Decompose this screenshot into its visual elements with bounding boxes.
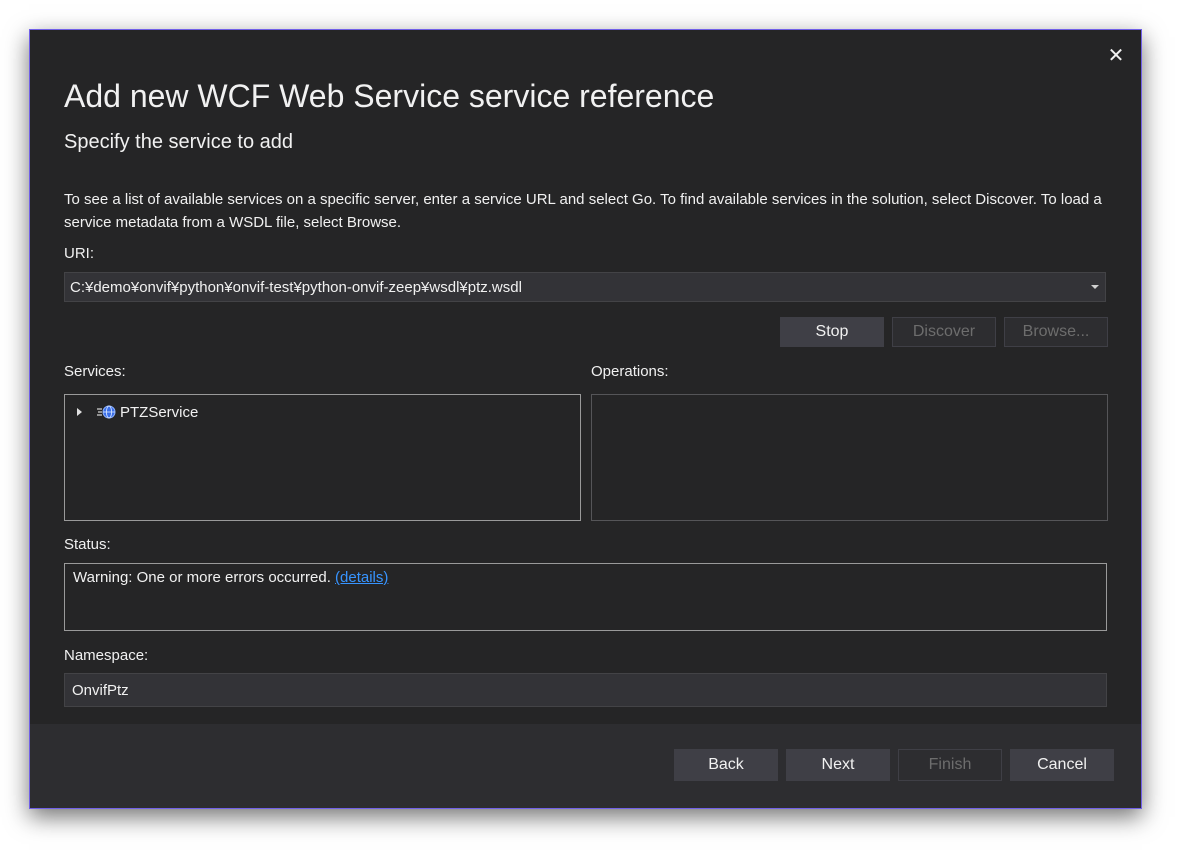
- namespace-label: Namespace:: [64, 647, 149, 664]
- namespace-field[interactable]: [65, 674, 1106, 706]
- dialog-footer: Back Next Finish Cancel: [30, 724, 1141, 808]
- status-label: Status:: [64, 536, 111, 553]
- tree-item-label: PTZService: [120, 403, 199, 421]
- uri-value[interactable]: C:¥demo¥onvif¥python¥onvif-test¥python-o…: [70, 279, 522, 296]
- next-button[interactable]: Next: [786, 749, 890, 781]
- dialog-subtitle: Specify the service to add: [64, 131, 294, 153]
- status-text: Warning: One or more errors occurred. (d…: [73, 569, 388, 586]
- operations-label: Operations:: [591, 363, 669, 380]
- cancel-button[interactable]: Cancel: [1010, 749, 1114, 781]
- services-label: Services:: [64, 363, 126, 380]
- status-message: Warning: One or more errors occurred.: [73, 569, 336, 586]
- discover-button[interactable]: Discover: [892, 317, 996, 347]
- dialog-description: To see a list of available services on a…: [64, 191, 1102, 231]
- stop-button[interactable]: Stop: [780, 317, 884, 347]
- uri-combobox[interactable]: C:¥demo¥onvif¥python¥onvif-test¥python-o…: [64, 272, 1106, 302]
- uri-label: URI:: [64, 245, 94, 262]
- tree-item-ptzservice[interactable]: PTZService: [77, 403, 198, 421]
- add-service-reference-dialog: ✕ Add new WCF Web Service service refere…: [29, 29, 1142, 809]
- browse-button[interactable]: Browse...: [1004, 317, 1108, 347]
- namespace-field-container[interactable]: [64, 673, 1107, 707]
- chevron-down-icon[interactable]: [1091, 285, 1099, 289]
- chevron-right-icon[interactable]: [77, 408, 82, 416]
- finish-button[interactable]: Finish: [898, 749, 1002, 781]
- dialog-title: Add new WCF Web Service service referenc…: [64, 78, 715, 114]
- web-service-icon: [97, 405, 116, 419]
- operations-list[interactable]: [591, 394, 1108, 521]
- close-icon[interactable]: ✕: [1104, 44, 1128, 68]
- status-box: Warning: One or more errors occurred. (d…: [64, 563, 1107, 631]
- services-tree[interactable]: PTZService: [64, 394, 581, 521]
- details-link[interactable]: (details): [335, 569, 388, 586]
- back-button[interactable]: Back: [674, 749, 778, 781]
